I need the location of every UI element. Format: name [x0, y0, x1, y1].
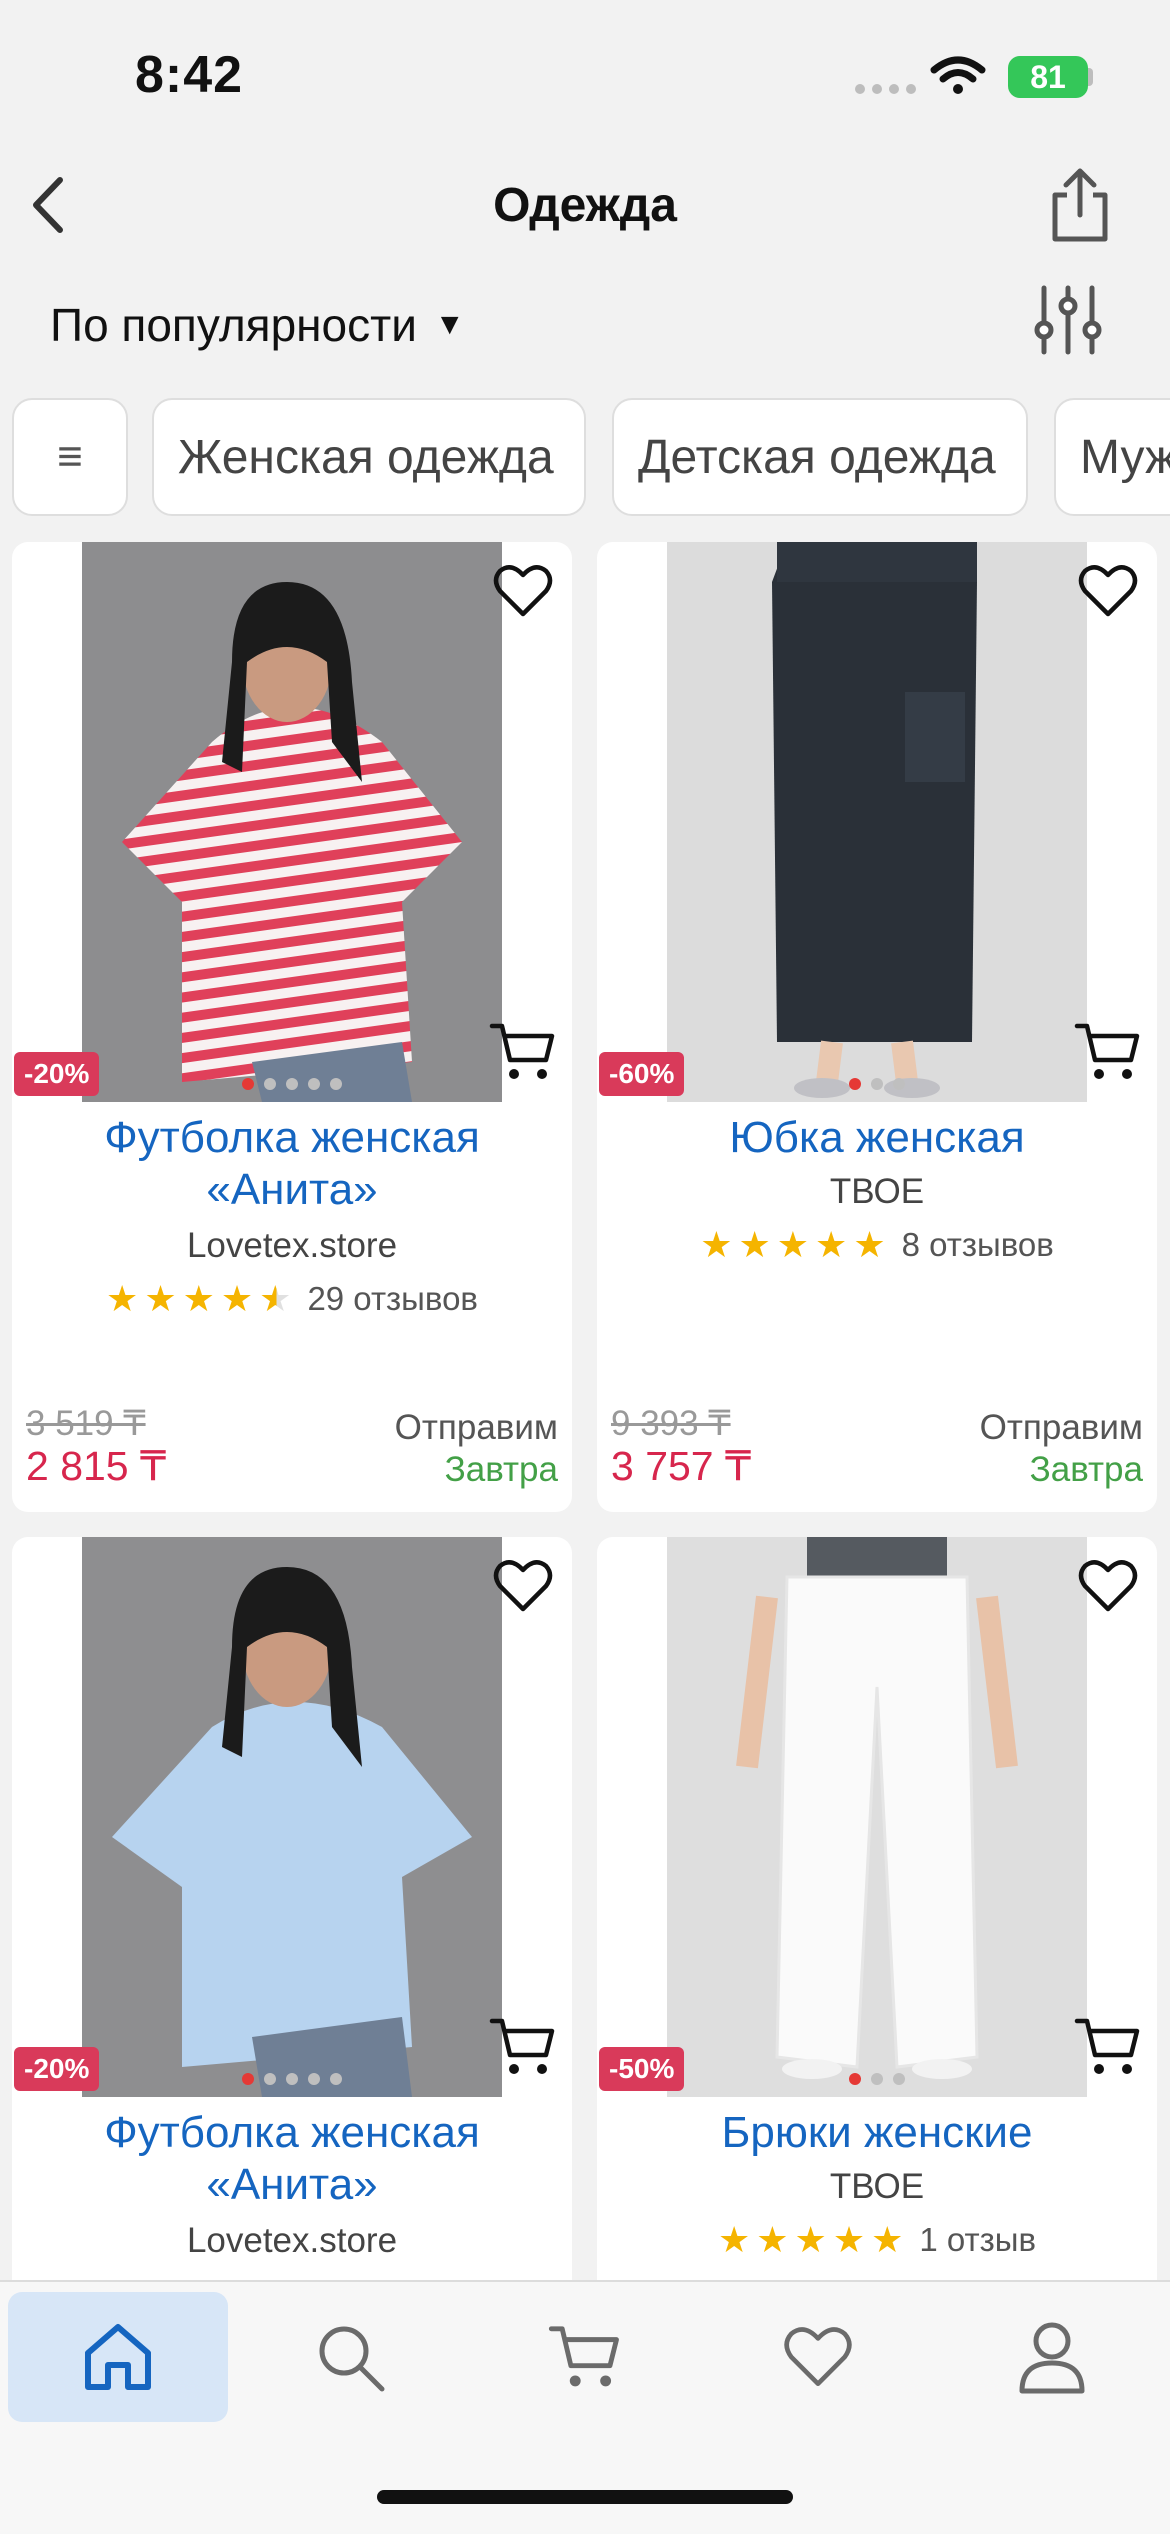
image-pager-dots	[597, 1078, 1157, 1090]
star-icon: ★	[794, 2219, 827, 2260]
add-to-cart-icon[interactable]	[488, 2015, 558, 2079]
star-icon: ★	[182, 1278, 215, 1319]
tab-profile[interactable]	[942, 2292, 1162, 2422]
product-card[interactable]: -50% Брюки женские ТВОЕ ★ ★ ★ ★ ★ 1 отзыв	[597, 1537, 1157, 2297]
status-time: 8:42	[135, 46, 244, 104]
product-name[interactable]: Юбка женская	[617, 1112, 1137, 1164]
favorite-heart-icon[interactable]	[492, 562, 554, 620]
star-icon: ★	[144, 1278, 177, 1319]
product-card[interactable]: -20% Футболка женская «Анита» Lovetex.st…	[12, 1537, 572, 2297]
product-photo[interactable]	[667, 542, 1087, 1102]
star-icon: ★	[756, 2219, 789, 2260]
shipping-date: Завтра	[1029, 1450, 1143, 1489]
product-name[interactable]: Футболка женская «Анита»	[32, 1112, 552, 1216]
star-icon: ★	[106, 1278, 139, 1319]
product-card[interactable]: -60% Юбка женская ТВОЕ ★ ★ ★ ★ ★ 8 отзывов 9…	[597, 542, 1157, 1512]
star-icon: ★	[815, 1224, 848, 1265]
battery-level: 81	[1030, 58, 1066, 95]
product-card[interactable]: -20% Футболка женская «Анита» Lovetex.st…	[12, 542, 572, 1512]
product-photo[interactable]	[667, 1537, 1087, 2097]
chip-mens-clothing[interactable]: Мужская одежда	[1054, 398, 1170, 516]
star-icon: ★	[776, 1224, 810, 1265]
chip-kids-clothing[interactable]: Детская одежда	[612, 398, 1028, 516]
search-icon	[319, 2326, 385, 2392]
home-indicator	[377, 2490, 793, 2504]
rating-row: ★ ★ ★ ★ ★ 8 отзывов	[597, 1224, 1157, 1266]
review-count: 8 отзывов	[901, 1226, 1054, 1263]
rating-row: ★ ★ ★ ★ ★ 1 отзыв	[597, 2219, 1157, 2261]
seller-name[interactable]: Lovetex.store	[12, 1226, 572, 1266]
wifi-icon	[930, 56, 986, 94]
star-icon: ★	[853, 1224, 886, 1265]
old-price: 3 519 ₸	[26, 1404, 146, 1443]
filter-sliders-icon[interactable]	[1032, 284, 1104, 356]
product-photo[interactable]	[82, 1537, 502, 2097]
add-to-cart-icon[interactable]	[488, 1020, 558, 1084]
rating-row: ★ ★ ★ ★ ★ 29 отзывов	[12, 1278, 572, 1320]
star-icon: ★	[871, 2219, 904, 2260]
product-photo[interactable]	[82, 542, 502, 1102]
tab-favorites[interactable]	[708, 2292, 928, 2422]
image-pager-dots	[12, 1078, 572, 1090]
image-pager-dots	[12, 2073, 572, 2085]
share-icon[interactable]	[1045, 165, 1115, 245]
old-price: 9 393 ₸	[611, 1404, 731, 1443]
tab-cart[interactable]	[475, 2292, 695, 2422]
category-chips: ≡ Женская одежда Детская одежда Мужская …	[0, 398, 1170, 520]
price: 3 757 ₸	[611, 1443, 752, 1489]
battery-tip	[1088, 68, 1093, 86]
status-bar: 8:42 81	[0, 0, 1170, 150]
star-icon: ★	[220, 1278, 254, 1319]
battery-icon: 81	[1008, 56, 1088, 98]
seller-name[interactable]: ТВОЕ	[597, 1172, 1157, 1212]
home-icon	[85, 2324, 151, 2390]
heart-icon	[784, 2327, 852, 2387]
caret-down-icon: ▼	[434, 308, 465, 341]
cellular-signal-icon	[855, 84, 916, 94]
product-name[interactable]: Брюки женские	[617, 2107, 1137, 2159]
add-to-cart-icon[interactable]	[1073, 2015, 1143, 2079]
favorite-heart-icon[interactable]	[1077, 1557, 1139, 1615]
price: 2 815 ₸	[26, 1443, 167, 1489]
image-pager-dots	[597, 2073, 1157, 2085]
sort-dropdown[interactable]: По популярности ▼	[50, 298, 465, 352]
tab-search[interactable]	[240, 2292, 460, 2422]
half-star-icon: ★	[259, 1278, 292, 1319]
cart-icon	[548, 2326, 619, 2387]
add-to-cart-icon[interactable]	[1073, 1020, 1143, 1084]
star-icon: ★	[832, 2219, 866, 2260]
menu-icon[interactable]: ≡	[12, 398, 128, 516]
profile-icon	[1019, 2322, 1085, 2394]
shipping-label: Отправим	[979, 1408, 1143, 1447]
product-name[interactable]: Футболка женская «Анита»	[32, 2107, 552, 2211]
shipping-label: Отправим	[394, 1408, 558, 1447]
star-icon: ★	[717, 2219, 751, 2260]
favorite-heart-icon[interactable]	[1077, 562, 1139, 620]
page-title: Одежда	[493, 179, 677, 232]
review-count: 29 отзывов	[307, 1280, 478, 1317]
seller-name[interactable]: ТВОЕ	[597, 2167, 1157, 2207]
tab-home[interactable]	[8, 2292, 228, 2422]
star-icon: ★	[738, 1224, 771, 1265]
shipping-date: Завтра	[444, 1450, 558, 1489]
star-icon: ★	[700, 1224, 733, 1265]
review-count: 1 отзыв	[919, 2221, 1037, 2258]
chip-womens-clothing[interactable]: Женская одежда	[152, 398, 586, 516]
sort-label: По популярности	[50, 299, 417, 351]
favorite-heart-icon[interactable]	[492, 1557, 554, 1615]
seller-name[interactable]: Lovetex.store	[12, 2221, 572, 2261]
